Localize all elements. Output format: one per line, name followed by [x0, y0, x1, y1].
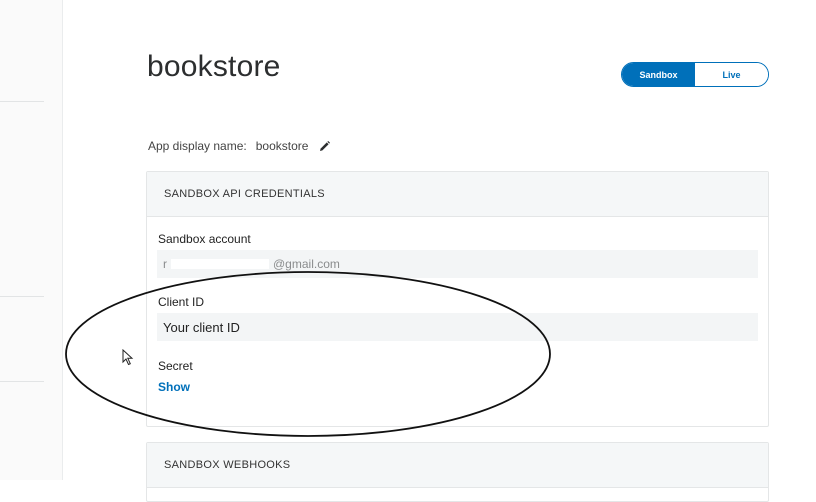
client-id-label: Client ID: [158, 295, 205, 309]
sidebar-divider: [0, 101, 44, 102]
display-name-value: bookstore: [255, 139, 309, 153]
secret-label: Secret: [158, 359, 193, 373]
sandbox-account-label: Sandbox account: [158, 232, 251, 246]
sandbox-toggle-option[interactable]: Sandbox: [622, 63, 695, 86]
redaction-mask: [171, 259, 269, 269]
sandbox-account-prefix: r: [163, 257, 167, 271]
sandbox-account-suffix: @gmail.com: [273, 257, 340, 271]
sandbox-api-credentials-panel: SANDBOX API CREDENTIALS Sandbox account …: [146, 171, 769, 427]
webhooks-panel-header: SANDBOX WEBHOOKS: [147, 443, 768, 488]
display-name-label: App display name:: [148, 139, 247, 153]
left-sidebar: [0, 0, 63, 480]
show-secret-link[interactable]: Show: [158, 380, 190, 394]
credentials-panel-header: SANDBOX API CREDENTIALS: [147, 172, 768, 217]
pencil-icon[interactable]: [318, 140, 331, 153]
sidebar-divider: [0, 381, 44, 382]
sidebar-divider: [0, 296, 44, 297]
page-title: bookstore: [147, 50, 281, 83]
app-display-name-row: App display name: bookstore: [148, 139, 331, 153]
live-toggle-option[interactable]: Live: [695, 63, 768, 86]
sandbox-webhooks-panel: SANDBOX WEBHOOKS: [146, 442, 769, 502]
sandbox-account-field: r @gmail.com: [157, 250, 758, 278]
client-id-field[interactable]: Your client ID: [157, 313, 758, 341]
environment-toggle[interactable]: Sandbox Live: [621, 62, 769, 87]
mouse-pointer-icon: [122, 349, 134, 366]
